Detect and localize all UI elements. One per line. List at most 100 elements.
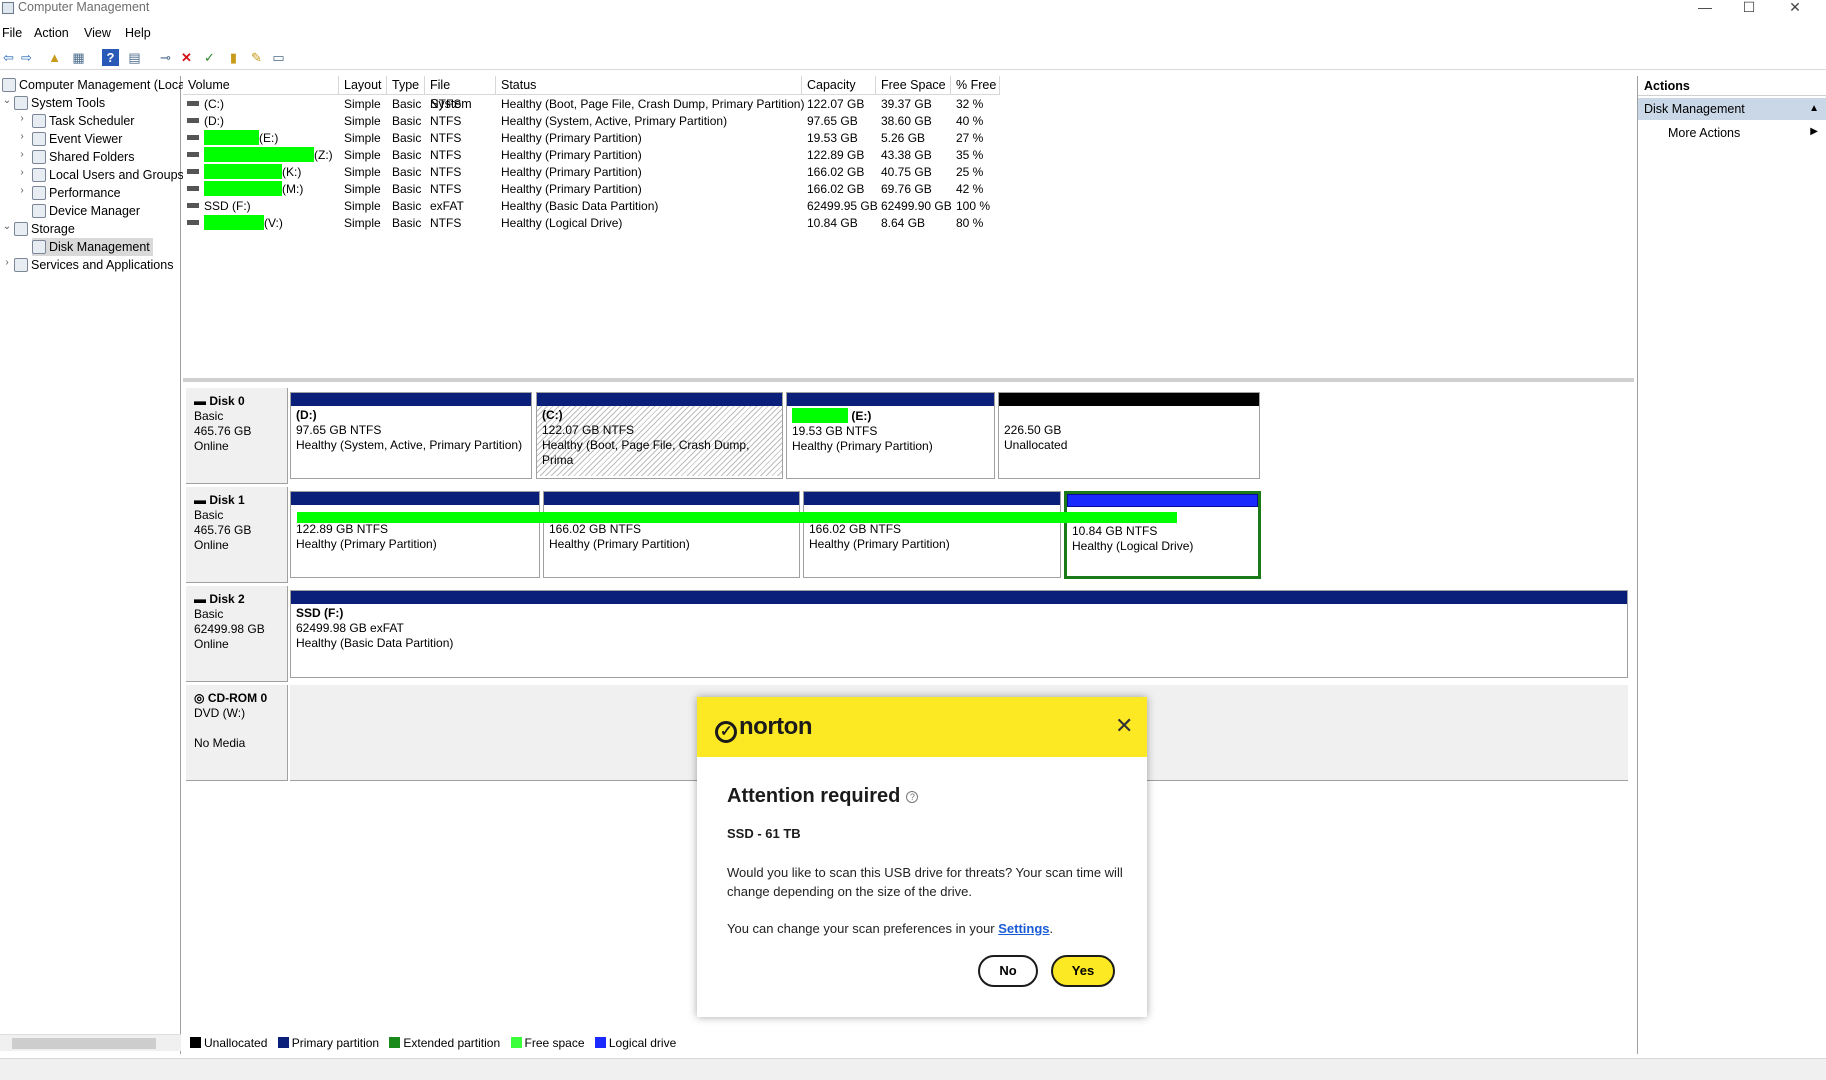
partition-v[interactable]: 10.84 GB NTFS Healthy (Logical Drive) — [1064, 491, 1261, 579]
dialog-subtitle: SSD - 61 TB — [727, 826, 801, 841]
tree-item-shared-folders[interactable]: Shared Folders — [32, 148, 134, 166]
yes-button[interactable]: Yes — [1051, 955, 1115, 987]
partition-m[interactable]: 166.02 GB NTFS Healthy (Primary Partition… — [803, 491, 1061, 578]
disk-2-info[interactable]: ▬ Disk 2 Basic 62499.98 GB Online — [186, 586, 288, 682]
forward-arrow-icon[interactable]: ⇨ — [18, 49, 35, 66]
chevron-right-icon[interactable]: › — [17, 167, 27, 178]
partition-c[interactable]: (C:) 122.07 GB NTFS Healthy (Boot, Page Fi… — [536, 392, 783, 479]
cdrom-0-info[interactable]: ◎ CD-ROM 0 DVD (W:) No Media — [186, 685, 288, 781]
more-actions-item[interactable]: More Actions ▶ — [1668, 126, 1818, 140]
col-layout[interactable]: Layout — [339, 76, 387, 95]
cell-fs: NTFS — [430, 97, 462, 111]
tree-item-services[interactable]: Services and Applications — [14, 256, 173, 274]
primary-partition-bar — [544, 492, 799, 505]
partition-label: SSD (F:) — [296, 606, 344, 620]
minimize-button[interactable]: — — [1682, 0, 1728, 17]
chevron-right-icon[interactable]: › — [2, 257, 12, 268]
tree-item-disk-management[interactable]: Disk Management — [32, 238, 153, 256]
col-free-space[interactable]: Free Space — [876, 76, 951, 95]
chevron-down-icon[interactable]: ⌄ — [2, 95, 12, 106]
tree-horizontal-scrollbar[interactable] — [0, 1034, 181, 1051]
table-row[interactable]: (Z:) Simple Basic NTFS Healthy (Primary Part… — [183, 147, 1000, 164]
cell-capacity: 122.07 GB — [807, 97, 865, 111]
cell-layout: Simple — [344, 131, 381, 145]
chevron-right-icon[interactable]: › — [17, 113, 27, 124]
partition-z[interactable]: 122.89 GB NTFS Healthy (Primary Partition… — [290, 491, 540, 578]
chevron-right-icon[interactable]: › — [17, 131, 27, 142]
col-type[interactable]: Type — [387, 76, 425, 95]
settings-link[interactable]: Settings — [998, 921, 1049, 936]
table-row[interactable]: SSD (F:) Simple Basic exFAT Healthy (Basic D… — [183, 198, 1000, 215]
partition-unallocated[interactable]: 226.50 GB Unallocated — [998, 392, 1260, 479]
primary-partition-bar — [291, 492, 539, 505]
maximize-button[interactable]: ☐ — [1726, 0, 1772, 17]
scrollbar-thumb[interactable] — [12, 1038, 156, 1049]
partition-status: Healthy (Primary Partition) — [549, 537, 690, 551]
table-row[interactable]: (D:) Simple Basic NTFS Healthy (System, Acti… — [183, 113, 1000, 130]
chevron-down-icon[interactable]: ⌄ — [2, 221, 12, 232]
disk-1-info[interactable]: ▬ Disk 1 Basic 465.76 GB Online — [186, 487, 288, 583]
tree-item-performance[interactable]: Performance — [32, 184, 121, 202]
up-folder-icon[interactable]: ▲ — [46, 49, 63, 66]
tree-item-system-tools[interactable]: System Tools — [14, 94, 105, 112]
dialog-close-button[interactable]: ✕ — [1115, 715, 1133, 737]
partition-d[interactable]: (D:) 97.65 GB NTFS Healthy (System, Active… — [290, 392, 532, 479]
view-icon[interactable]: ▭ — [270, 49, 287, 66]
cell-layout: Simple — [344, 182, 381, 196]
tree-item-task-scheduler[interactable]: Task Scheduler — [32, 112, 134, 130]
help-icon[interactable]: ? — [102, 49, 119, 66]
actions-disk-management[interactable]: Disk Management ▲ — [1638, 98, 1826, 120]
cell-type: Basic — [392, 216, 422, 230]
wizard-icon[interactable]: ✎ — [248, 49, 265, 66]
col-percent-free[interactable]: % Free — [951, 76, 1000, 95]
collapse-up-icon[interactable]: ▲ — [1809, 98, 1819, 120]
col-status[interactable]: Status — [496, 76, 802, 95]
table-row[interactable]: (K:) Simple Basic NTFS Healthy (Primary Part… — [183, 164, 1000, 181]
cell-pct: 25 % — [956, 165, 984, 179]
table-row[interactable]: (M:) Simple Basic NTFS Healthy (Primary Part… — [183, 181, 1000, 198]
col-capacity[interactable]: Capacity — [802, 76, 876, 95]
pane-splitter[interactable] — [183, 378, 1634, 382]
tree-item-storage[interactable]: Storage — [14, 220, 75, 238]
tree-item-event-viewer[interactable]: Event Viewer — [32, 130, 122, 148]
chevron-right-icon[interactable]: › — [17, 185, 27, 196]
menu-action[interactable]: Action — [34, 26, 69, 40]
partition-e[interactable]: (E:) 19.53 GB NTFS Healthy (Primary Partit… — [786, 392, 995, 479]
legend-swatch — [277, 1037, 289, 1048]
back-arrow-icon[interactable]: ⇦ — [0, 49, 17, 66]
menu-view[interactable]: View — [84, 26, 111, 40]
delete-icon[interactable]: ✕ — [178, 49, 195, 66]
table-row[interactable]: (V:) Simple Basic NTFS Healthy (Logical Driv… — [183, 215, 1000, 232]
chevron-right-icon[interactable]: › — [17, 149, 27, 160]
disk-0-info[interactable]: ▬ Disk 0 Basic 465.76 GB Online — [186, 388, 288, 484]
partition-k[interactable]: 166.02 GB NTFS Healthy (Primary Partition… — [543, 491, 800, 578]
properties-icon[interactable]: ▤ — [126, 49, 143, 66]
table-row[interactable]: (C:) Simple Basic NTFS Healthy (Boot, Page F… — [183, 96, 1000, 113]
close-window-button[interactable]: ✕ — [1772, 0, 1818, 17]
partition-ssd-f[interactable]: SSD (F:) 62499.98 GB exFAT Healthy (Basic … — [290, 590, 1628, 678]
legend-label: Extended partition — [403, 1036, 501, 1050]
connect-icon[interactable]: ⊸ — [157, 49, 174, 66]
legend-swatch — [510, 1037, 522, 1048]
table-row[interactable]: (E:) Simple Basic NTFS Healthy (Primary Part… — [183, 130, 1000, 147]
no-button[interactable]: No — [978, 955, 1038, 987]
tree-item-root[interactable]: Computer Management (Local — [2, 76, 188, 94]
col-file-system[interactable]: File System — [425, 76, 496, 111]
volume-cell: (Z:) — [187, 147, 333, 164]
col-volume[interactable]: Volume — [183, 76, 339, 95]
menu-file[interactable]: File — [2, 26, 22, 40]
cell-layout: Simple — [344, 97, 381, 111]
dialog-title: Attention required? — [727, 785, 919, 808]
menu-help[interactable]: Help — [125, 26, 151, 40]
disk-size: 62499.98 GB — [194, 622, 265, 636]
info-icon[interactable]: ? — [906, 791, 919, 803]
disk-type: DVD (W:) — [194, 706, 246, 720]
tree-item-local-users[interactable]: Local Users and Groups — [32, 166, 184, 184]
tree-item-device-manager[interactable]: Device Manager — [32, 202, 140, 220]
check-icon[interactable]: ✓ — [201, 49, 218, 66]
partition-status: Healthy (Basic Data Partition) — [296, 636, 454, 650]
folder-icon[interactable]: ▮ — [225, 49, 242, 66]
disk-icon: ▬ — [194, 394, 210, 408]
event-viewer-icon — [32, 132, 46, 146]
show-hide-tree-icon[interactable]: ▦ — [70, 49, 87, 66]
